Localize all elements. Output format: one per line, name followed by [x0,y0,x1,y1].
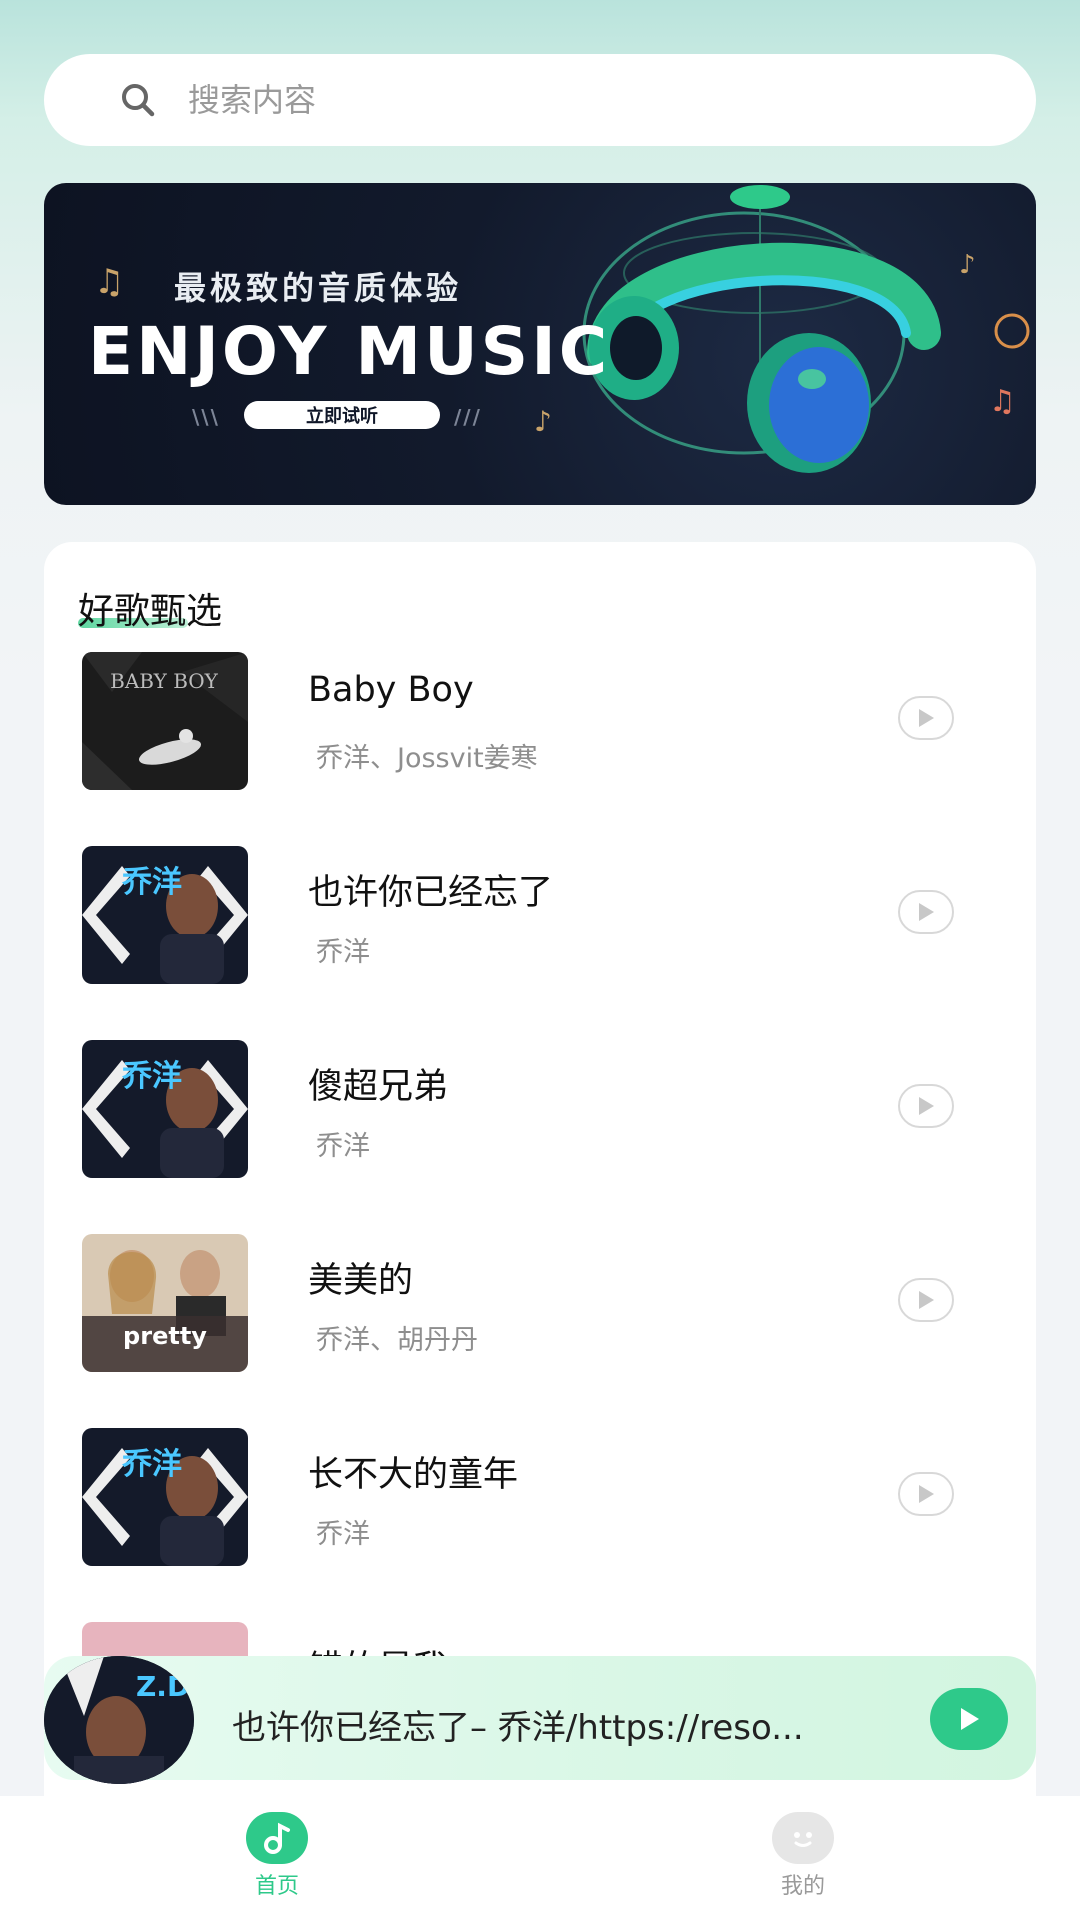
search-icon [114,76,162,124]
play-icon [919,903,934,921]
song-title: 也许你已经忘了 [308,873,554,913]
song-row[interactable]: 乔洋 长不大的童年 乔洋 [44,1428,1036,1622]
svg-text:♪: ♪ [959,250,976,280]
mini-play-button[interactable] [930,1688,1008,1750]
play-icon [919,1485,934,1503]
album-cover: BABY BOY [82,652,248,790]
play-icon [919,709,934,727]
play-icon [919,1097,934,1115]
album-cover: 乔洋 [82,846,248,984]
play-button[interactable] [898,890,954,934]
svg-text:♫: ♫ [989,384,1016,419]
svg-text:♪: ♪ [534,405,552,438]
search-bar[interactable] [44,54,1036,146]
tab-label: 首页 [254,1874,299,1899]
music-note-icon [246,1812,308,1864]
cover-text: 乔洋 [122,1447,182,1482]
play-button[interactable] [898,1472,954,1516]
play-button[interactable] [898,696,954,740]
cover-text: pretty [123,1322,207,1350]
song-artist: 乔洋 [316,937,370,968]
section-title: 好歌甄选 [78,591,223,632]
song-row[interactable]: pretty 美美的 乔洋、胡丹丹 [44,1234,1036,1428]
song-artist: 乔洋、胡丹丹 [316,1325,478,1356]
cover-text: BABY BOY [110,669,219,693]
mini-player-cover[interactable]: Z.D [44,1656,194,1784]
play-icon [919,1291,934,1309]
now-playing-text: 也许你已经忘了– 乔洋/https://reso... [232,1708,804,1748]
song-list-card: 好歌甄选 BABY BOY Baby Boy 乔洋、Jossvit姜寒 乔洋 也… [44,542,1036,1842]
song-row[interactable]: BABY BOY Baby Boy 乔洋、Jossvit姜寒 [44,652,1036,846]
song-list: BABY BOY Baby Boy 乔洋、Jossvit姜寒 乔洋 也许你已经忘… [44,652,1036,1816]
song-artist: 乔洋 [316,1131,370,1162]
song-artist: 乔洋 [316,1519,370,1550]
song-title: 傻超兄弟 [308,1067,449,1107]
search-input[interactable] [186,80,890,120]
song-row[interactable]: 乔洋 也许你已经忘了 乔洋 [44,846,1036,1040]
banner-left-marks: \\\ [192,405,220,429]
face-icon [772,1812,834,1864]
bottom-tab-bar: 首页 我的 [0,1796,1080,1920]
promo-banner[interactable]: ♫ ♪ ♫ ♪ 最极致的音质体验 ENJOY MUSIC \\\ 立即试听 //… [44,183,1036,505]
cover-text: 乔洋 [122,865,182,900]
song-artist: 乔洋、Jossvit姜寒 [316,743,538,774]
banner-headline: ENJOY MUSIC [88,313,611,390]
tab-label: 我的 [780,1874,825,1899]
cover-text: 乔洋 [122,1059,182,1094]
play-button[interactable] [898,1278,954,1322]
song-title: 长不大的童年 [308,1455,519,1495]
album-cover: 乔洋 [82,1428,248,1566]
try-listen-button[interactable]: 立即试听 [244,401,440,429]
song-title: Baby Boy [308,670,474,710]
tab-mine[interactable]: 我的 [723,1812,883,1900]
banner-subtitle: 最极致的音质体验 [174,269,463,307]
play-button[interactable] [898,1084,954,1128]
play-icon [961,1708,979,1730]
song-row[interactable]: 乔洋 傻超兄弟 乔洋 [44,1040,1036,1234]
album-cover: 乔洋 [82,1040,248,1178]
album-cover: pretty [82,1234,248,1372]
svg-text:♫: ♫ [94,262,124,302]
banner-right-marks: /// [454,405,482,429]
song-title: 美美的 [308,1261,414,1301]
tab-home[interactable]: 首页 [197,1812,357,1900]
